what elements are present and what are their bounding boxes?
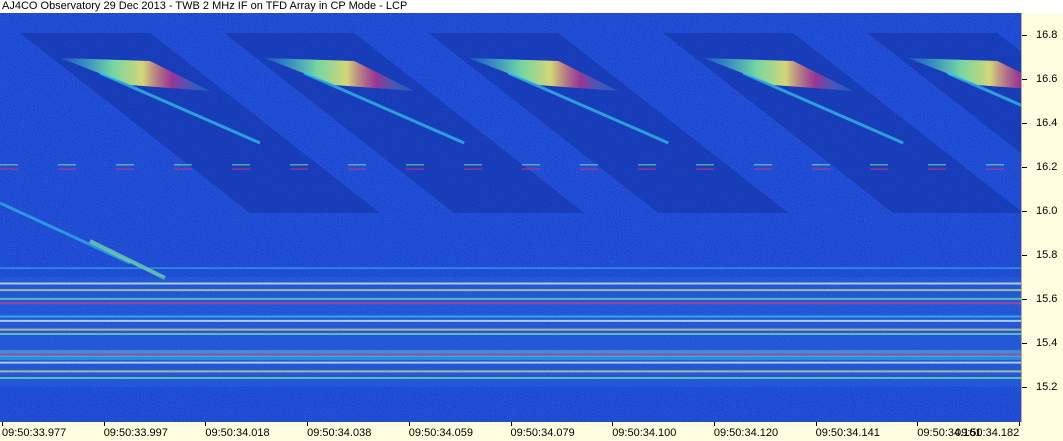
y-tick-label: 16.8 xyxy=(1036,28,1058,41)
y-tick xyxy=(1022,386,1027,388)
y-tick-label: 15.2 xyxy=(1036,380,1058,393)
y-tick-label: 16.2 xyxy=(1036,160,1058,173)
x-tick-label: 09:50:33.997 xyxy=(103,427,168,439)
x-tick xyxy=(1019,422,1020,426)
x-tick-label: 09:50:34.038 xyxy=(307,427,372,439)
x-tick xyxy=(205,422,207,426)
x-tick xyxy=(307,422,309,426)
y-tick-label: 15.8 xyxy=(1036,248,1058,261)
x-tick-label: 09:50:34.120 xyxy=(713,427,779,439)
frequency-axis: 15.2 15.4 15.6 15.8 16.0 16.2 16.4 16.6 16.8 xyxy=(1021,13,1063,422)
x-tick xyxy=(510,422,512,426)
y-tick xyxy=(1022,34,1027,36)
y-tick xyxy=(1022,122,1027,124)
y-tick-label: 15.6 xyxy=(1036,292,1058,305)
x-tick-label: 09:50:34.018 xyxy=(205,427,270,439)
x-tick-label: 09:50:34.141 xyxy=(815,427,880,439)
x-tick xyxy=(612,422,614,426)
x-tick-label: 09:50:34.100 xyxy=(612,427,677,439)
window-title: AJ4CO Observatory 29 Dec 2013 - TWB 2 MH… xyxy=(0,0,1063,13)
y-tick xyxy=(1022,210,1027,212)
spectrogram-plot xyxy=(0,13,1021,422)
y-tick xyxy=(1022,254,1027,256)
x-tick-label: 09:50:34.059 xyxy=(408,427,474,439)
y-tick-label: 15.4 xyxy=(1036,336,1058,349)
y-tick-label: 16.0 xyxy=(1036,204,1058,217)
x-tick-label: 09:50:34.182 xyxy=(955,427,1020,439)
x-tick xyxy=(815,422,817,426)
x-tick xyxy=(713,422,715,426)
spectrogram-svg xyxy=(0,13,1021,422)
y-tick xyxy=(1022,166,1027,168)
y-tick xyxy=(1022,78,1027,80)
y-tick-label: 16.4 xyxy=(1036,116,1058,129)
y-tick xyxy=(1022,298,1027,300)
time-axis: 09:50:33.977 09:50:33.997 09:50:34.018 09:5… xyxy=(0,422,1063,441)
x-tick xyxy=(2,422,3,426)
y-tick-label: 16.6 xyxy=(1036,72,1058,85)
x-tick-label: 09:50:33.977 xyxy=(2,427,67,439)
x-tick xyxy=(408,422,410,426)
x-tick xyxy=(103,422,105,426)
interference-region xyxy=(0,276,1021,387)
x-tick-label: 09:50:34.079 xyxy=(510,427,575,439)
x-tick xyxy=(917,422,919,426)
y-tick xyxy=(1022,342,1027,344)
